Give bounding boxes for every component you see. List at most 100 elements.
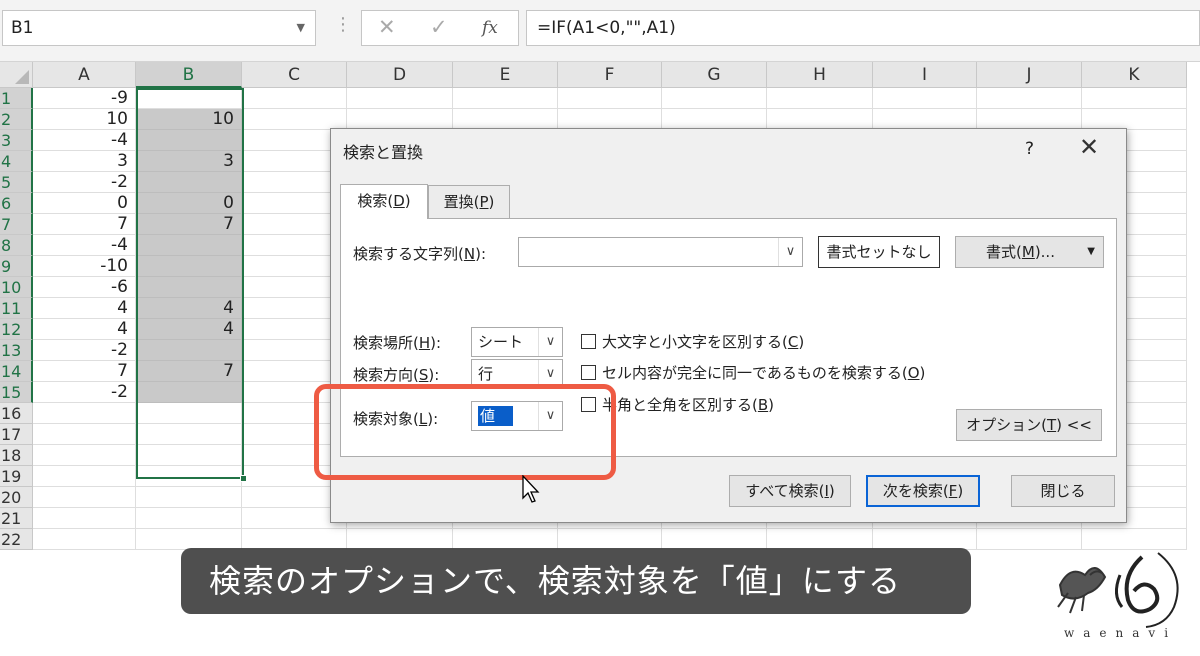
column-header-a[interactable]: A: [33, 62, 136, 88]
cell-e22[interactable]: [453, 529, 558, 550]
checkbox-box[interactable]: [581, 365, 596, 380]
column-header-f[interactable]: F: [558, 62, 662, 88]
column-header-b[interactable]: B: [136, 62, 242, 88]
row-header-8[interactable]: 8: [0, 235, 33, 256]
cell-a9[interactable]: -10: [33, 256, 136, 277]
cell-c22[interactable]: [242, 529, 347, 550]
cell-d1[interactable]: [347, 88, 453, 109]
checkbox-box[interactable]: [581, 334, 596, 349]
formula-input[interactable]: =IF(A1<0,"",A1): [526, 10, 1200, 46]
search-direction-select[interactable]: 行 ∨: [471, 359, 563, 389]
cell-f2[interactable]: [558, 109, 662, 130]
cell-b16[interactable]: [136, 403, 242, 424]
cell-b6[interactable]: 0: [136, 193, 242, 214]
cell-i1[interactable]: [873, 88, 977, 109]
cell-b3[interactable]: [136, 130, 242, 151]
row-header-14[interactable]: 14: [0, 361, 33, 382]
row-header-18[interactable]: 18: [0, 445, 33, 466]
cell-j1[interactable]: [977, 88, 1082, 109]
cell-b14[interactable]: 7: [136, 361, 242, 382]
cell-i2[interactable]: [873, 109, 977, 130]
format-button[interactable]: 書式(M)... ▼: [955, 236, 1104, 268]
row-header-21[interactable]: 21: [0, 508, 33, 529]
cancel-icon[interactable]: ✕: [378, 15, 396, 39]
cell-a13[interactable]: -2: [33, 340, 136, 361]
cell-a22[interactable]: [33, 529, 136, 550]
row-header-3[interactable]: 3: [0, 130, 33, 151]
cell-b18[interactable]: [136, 445, 242, 466]
chevron-down-icon[interactable]: ∨: [538, 360, 562, 388]
cell-a19[interactable]: [33, 466, 136, 487]
cell-h1[interactable]: [767, 88, 873, 109]
row-header-9[interactable]: 9: [0, 256, 33, 277]
column-header-i[interactable]: I: [873, 62, 977, 88]
cell-b2[interactable]: 10: [136, 109, 242, 130]
match-case-checkbox[interactable]: 大文字と小文字を区別する(C): [581, 331, 804, 352]
close-button[interactable]: 閉じる: [1011, 475, 1115, 507]
row-header-22[interactable]: 22: [0, 529, 33, 550]
column-header-e[interactable]: E: [453, 62, 558, 88]
cell-a21[interactable]: [33, 508, 136, 529]
cell-b8[interactable]: [136, 235, 242, 256]
cell-a16[interactable]: [33, 403, 136, 424]
row-header-7[interactable]: 7: [0, 214, 33, 235]
look-in-select[interactable]: 値 ∨: [471, 401, 563, 431]
cell-e1[interactable]: [453, 88, 558, 109]
close-icon[interactable]: ✕: [1079, 133, 1099, 161]
cell-d2[interactable]: [347, 109, 453, 130]
cell-g22[interactable]: [662, 529, 767, 550]
cell-k2[interactable]: [1082, 109, 1187, 130]
column-header-j[interactable]: J: [977, 62, 1082, 88]
row-header-20[interactable]: 20: [0, 487, 33, 508]
cell-j2[interactable]: [977, 109, 1082, 130]
cell-a15[interactable]: -2: [33, 382, 136, 403]
chevron-down-icon[interactable]: ▼: [297, 11, 305, 45]
cell-b15[interactable]: [136, 382, 242, 403]
cell-b5[interactable]: [136, 172, 242, 193]
cell-f1[interactable]: [558, 88, 662, 109]
row-header-2[interactable]: 2: [0, 109, 33, 130]
find-next-button[interactable]: 次を検索(F): [866, 475, 980, 507]
cell-b4[interactable]: 3: [136, 151, 242, 172]
row-header-4[interactable]: 4: [0, 151, 33, 172]
cell-c2[interactable]: [242, 109, 347, 130]
column-header-c[interactable]: C: [242, 62, 347, 88]
help-icon[interactable]: ?: [1025, 139, 1034, 159]
cell-i22[interactable]: [873, 529, 977, 550]
name-box[interactable]: B1 ▼: [2, 10, 316, 46]
cell-f22[interactable]: [558, 529, 662, 550]
cell-b12[interactable]: 4: [136, 319, 242, 340]
row-header-13[interactable]: 13: [0, 340, 33, 361]
cell-a5[interactable]: -2: [33, 172, 136, 193]
cell-g2[interactable]: [662, 109, 767, 130]
cell-b21[interactable]: [136, 508, 242, 529]
cell-a20[interactable]: [33, 487, 136, 508]
cell-a2[interactable]: 10: [33, 109, 136, 130]
tab-find[interactable]: 検索(D): [340, 184, 428, 219]
cell-b17[interactable]: [136, 424, 242, 445]
row-header-19[interactable]: 19: [0, 466, 33, 487]
cell-g1[interactable]: [662, 88, 767, 109]
cell-b9[interactable]: [136, 256, 242, 277]
match-byte-width-checkbox[interactable]: 半角と全角を区別する(B): [581, 394, 774, 415]
insert-function-icon[interactable]: fx: [482, 18, 498, 38]
chevron-down-icon[interactable]: ∨: [538, 328, 562, 356]
cell-b11[interactable]: 4: [136, 298, 242, 319]
cell-a8[interactable]: -4: [33, 235, 136, 256]
column-header-d[interactable]: D: [347, 62, 453, 88]
cell-a1[interactable]: -9: [33, 88, 136, 109]
checkbox-box[interactable]: [581, 397, 596, 412]
chevron-down-icon[interactable]: ∨: [778, 238, 802, 266]
cell-b7[interactable]: 7: [136, 214, 242, 235]
select-all-corner[interactable]: [0, 62, 33, 88]
cell-a18[interactable]: [33, 445, 136, 466]
cell-a17[interactable]: [33, 424, 136, 445]
within-select[interactable]: シート ∨: [471, 327, 563, 357]
row-header-10[interactable]: 10: [0, 277, 33, 298]
cell-e2[interactable]: [453, 109, 558, 130]
cell-a7[interactable]: 7: [33, 214, 136, 235]
cell-h22[interactable]: [767, 529, 873, 550]
cell-a3[interactable]: -4: [33, 130, 136, 151]
options-button[interactable]: オプション(T) <<: [956, 409, 1102, 441]
cell-d22[interactable]: [347, 529, 453, 550]
